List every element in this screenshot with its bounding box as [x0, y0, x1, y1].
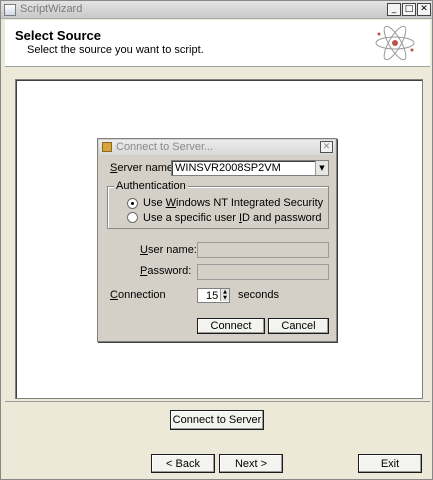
server-name-value: WINSVR2008SP2VM: [175, 162, 281, 174]
radio-sql-auth-label[interactable]: Use a specific user ID and password: [143, 212, 322, 224]
password-label: Password:: [140, 265, 192, 277]
password-field[interactable]: [197, 264, 329, 280]
title-bar: ScriptWizard _ □ ✕: [1, 1, 432, 19]
connect-to-server-button[interactable]: Connect to Server: [170, 410, 264, 430]
timeout-stepper[interactable]: 15 ▲ ▼: [197, 288, 230, 303]
minimize-button[interactable]: _: [387, 3, 401, 16]
connection-label: Connection: [110, 289, 166, 301]
authentication-group-label: Authentication: [114, 180, 188, 192]
cancel-button[interactable]: Cancel: [268, 318, 329, 334]
maximize-button[interactable]: □: [402, 3, 416, 16]
connect-button[interactable]: Connect: [197, 318, 265, 334]
close-button[interactable]: ✕: [417, 3, 431, 16]
radio-windows-auth-label[interactable]: Use Windows NT Integrated Security: [143, 197, 323, 209]
stepper-down-icon[interactable]: ▼: [220, 295, 229, 301]
server-name-label: Server name:: [110, 162, 177, 174]
radio-windows-auth[interactable]: [127, 198, 138, 209]
script-wizard-window: ScriptWizard _ □ ✕ Select Source Select …: [0, 0, 433, 480]
chevron-down-icon[interactable]: ▼: [315, 161, 328, 175]
wizard-header: Select Source Select the source you want…: [5, 20, 430, 67]
app-icon: [4, 4, 16, 16]
dialog-close-button[interactable]: ✕: [320, 141, 333, 153]
page-subtitle: Select the source you want to script.: [27, 44, 204, 56]
page-title: Select Source: [15, 28, 101, 43]
dialog-title: Connect to Server...: [116, 141, 214, 153]
back-button[interactable]: < Back: [151, 454, 215, 473]
radio-sql-auth[interactable]: [127, 212, 138, 223]
server-name-combo[interactable]: WINSVR2008SP2VM ▼: [171, 160, 329, 176]
connect-dialog: Connect to Server... ✕ Server name: WINS…: [97, 138, 337, 342]
dialog-title-bar: Connect to Server... ✕: [99, 140, 335, 155]
server-icon: [102, 142, 112, 152]
timeout-value: 15: [206, 290, 219, 302]
seconds-label: seconds: [238, 289, 279, 301]
user-name-field[interactable]: [197, 242, 329, 258]
atom-icon: [375, 25, 415, 61]
exit-button[interactable]: Exit: [358, 454, 422, 473]
user-name-label: User name:: [140, 244, 197, 256]
window-title: ScriptWizard: [20, 3, 83, 15]
next-button[interactable]: Next >: [219, 454, 283, 473]
divider: [5, 401, 430, 402]
